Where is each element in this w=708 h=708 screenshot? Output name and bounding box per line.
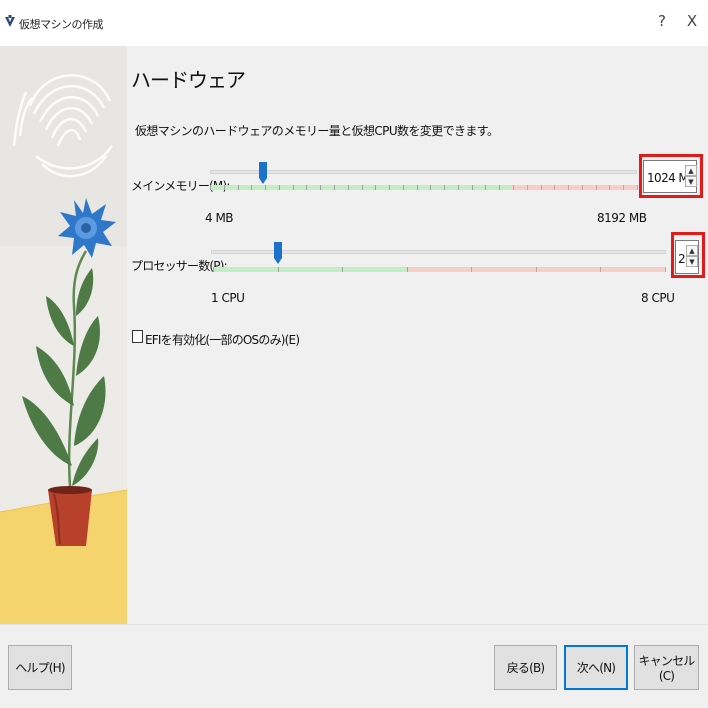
- slider-tick: [293, 185, 294, 190]
- processor-slider-thumb[interactable]: [274, 242, 282, 264]
- slider-tick: [568, 185, 569, 190]
- slider-tick: [224, 185, 225, 190]
- slider-tick: [637, 185, 638, 190]
- page-title: ハードウェア: [131, 68, 246, 92]
- slider-tick: [342, 267, 343, 272]
- memory-range-recommended: [210, 185, 512, 190]
- slider-tick: [407, 267, 408, 272]
- button-bar: ヘルプ(H) 戻る(B) 次へ(N) キャンセル(C): [0, 624, 708, 708]
- slider-tick: [389, 185, 390, 190]
- slider-tick: [279, 185, 280, 190]
- slider-tick: [513, 185, 514, 190]
- slider-tick: [265, 185, 266, 190]
- help-button[interactable]: ヘルプ(H): [8, 645, 72, 690]
- memory-slider-track: [210, 170, 637, 174]
- page-description: 仮想マシンのハードウェアのメモリー量と仮想CPU数を変更できます。: [135, 124, 499, 138]
- processor-highlight-box: [671, 232, 705, 278]
- slider-tick: [417, 185, 418, 190]
- cancel-button[interactable]: キャンセル(C): [634, 645, 699, 690]
- memory-slider-thumb[interactable]: [259, 162, 267, 184]
- slider-tick: [362, 185, 363, 190]
- slider-tick: [600, 267, 601, 272]
- slider-tick: [403, 185, 404, 190]
- slider-tick: [582, 185, 583, 190]
- slider-tick: [471, 267, 472, 272]
- slider-tick: [251, 185, 252, 190]
- hardware-page: ハードウェア 仮想マシンのハードウェアのメモリー量と仮想CPU数を変更できます。…: [127, 46, 708, 624]
- slider-tick: [320, 185, 321, 190]
- memory-max-label: 8192 MB: [597, 211, 647, 225]
- slider-tick: [210, 185, 211, 190]
- slider-tick: [554, 185, 555, 190]
- slider-tick: [348, 185, 349, 190]
- slider-tick: [458, 185, 459, 190]
- slider-tick: [430, 185, 431, 190]
- slider-tick: [334, 185, 335, 190]
- slider-tick: [623, 185, 624, 190]
- slider-tick: [485, 185, 486, 190]
- slider-tick: [238, 185, 239, 190]
- virtualbox-icon: [5, 15, 15, 27]
- slider-tick: [596, 185, 597, 190]
- slider-tick: [472, 185, 473, 190]
- efi-checkbox[interactable]: [132, 330, 143, 343]
- slider-tick: [541, 185, 542, 190]
- wizard-illustration: [0, 46, 127, 624]
- slider-tick: [499, 185, 500, 190]
- memory-range-excessive: [512, 185, 637, 190]
- slider-tick: [278, 267, 279, 272]
- window-title: 仮想マシンの作成: [19, 18, 104, 31]
- slider-tick: [536, 267, 537, 272]
- next-button[interactable]: 次へ(N): [564, 645, 628, 690]
- slider-tick: [527, 185, 528, 190]
- processor-max-label: 8 CPU: [641, 291, 675, 305]
- slider-tick: [375, 185, 376, 190]
- slider-tick: [444, 185, 445, 190]
- back-button[interactable]: 戻る(B): [494, 645, 557, 690]
- slider-tick: [665, 267, 666, 272]
- close-button[interactable]: X: [684, 12, 700, 32]
- title-bar: 仮想マシンの作成 ? X: [0, 0, 708, 46]
- memory-highlight-box: [639, 154, 703, 198]
- processor-min-label: 1 CPU: [211, 291, 245, 305]
- processor-range-recommended: [213, 267, 407, 272]
- slider-tick: [213, 267, 214, 272]
- efi-checkbox-label[interactable]: EFIを有効化(一部のOSのみ)(E): [145, 331, 300, 348]
- slider-tick: [306, 185, 307, 190]
- help-question-button[interactable]: ?: [654, 12, 670, 32]
- memory-min-label: 4 MB: [205, 211, 234, 225]
- slider-tick: [609, 185, 610, 190]
